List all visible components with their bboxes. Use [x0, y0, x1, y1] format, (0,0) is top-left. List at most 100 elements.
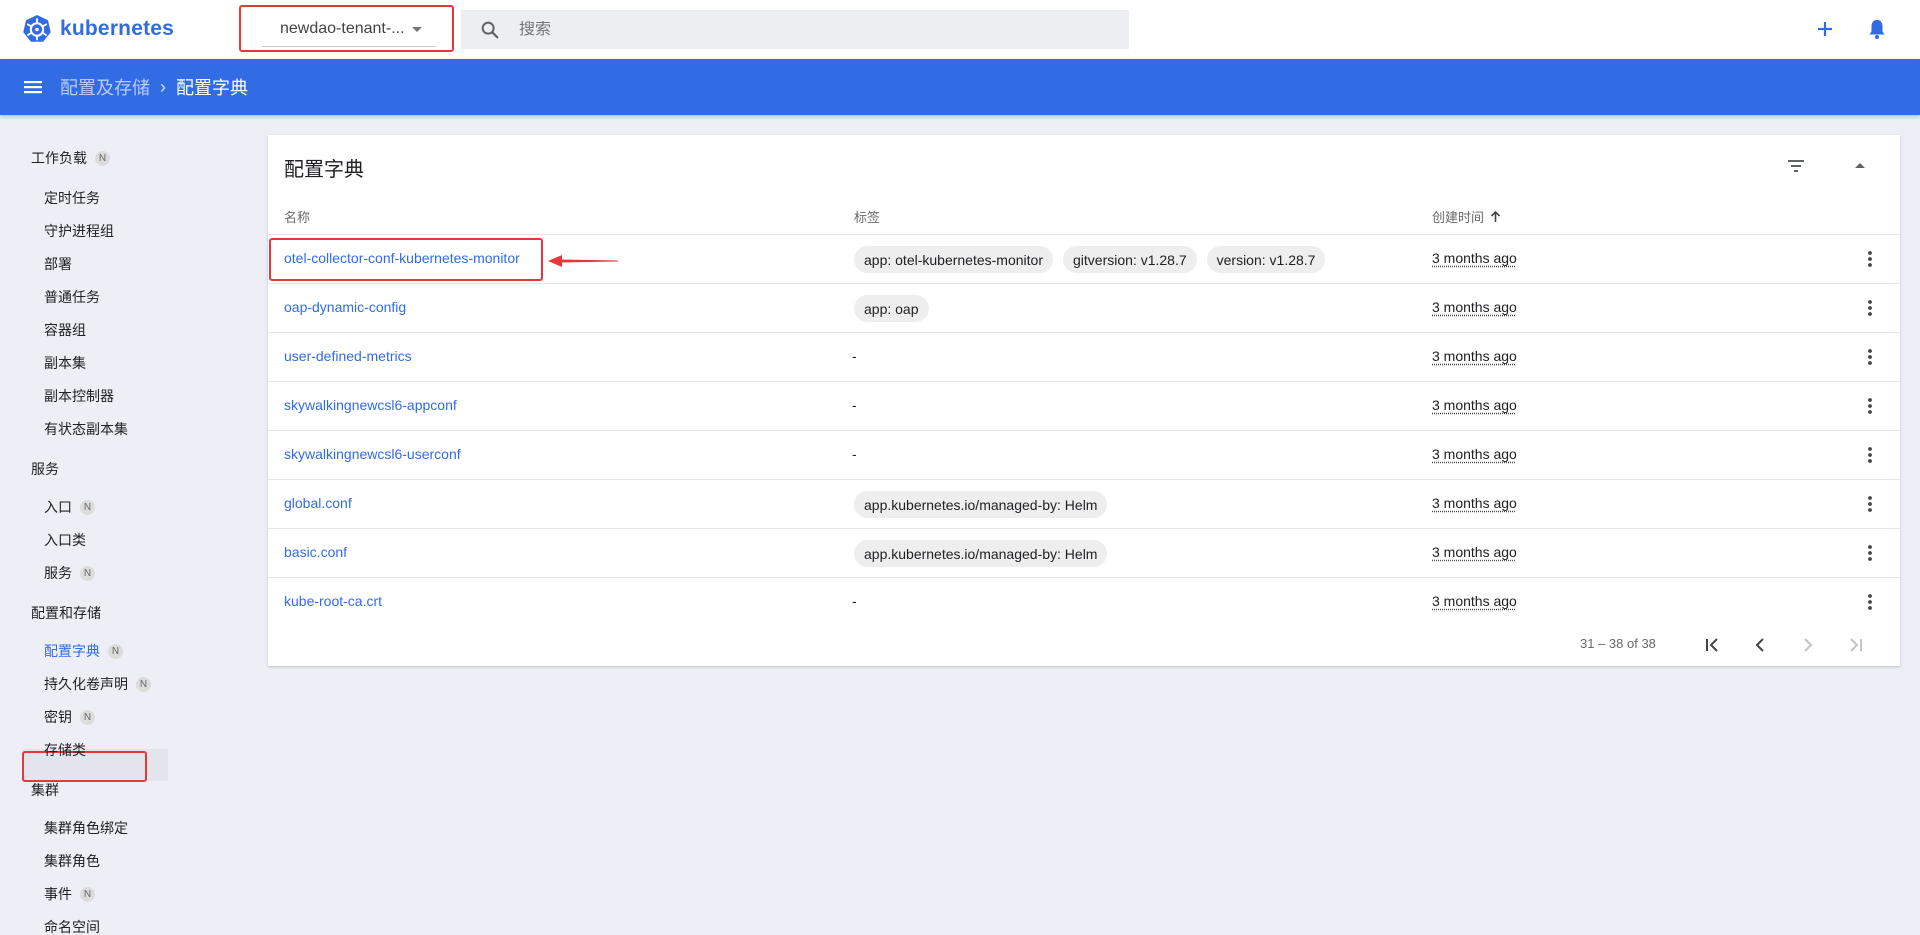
namespace-value: newdao-tenant-... — [280, 19, 405, 37]
item-label: 容器组 — [44, 322, 86, 338]
configmap-name-link[interactable]: global.conf — [284, 495, 352, 511]
new-badge: N — [80, 499, 95, 515]
new-badge: N — [108, 643, 123, 659]
kubernetes-logo[interactable]: kubernetes — [22, 14, 174, 44]
new-badge: N — [136, 676, 151, 692]
column-header-created[interactable]: 创建时间 — [1432, 207, 1502, 226]
label-chip: app.kubernetes.io/managed-by: Helm — [854, 540, 1108, 567]
sidebar-item-configmaps[interactable]: 配置字典 N — [44, 641, 123, 661]
sidebar-item-ingresses[interactable]: 入口 N — [44, 497, 95, 517]
created-time: 3 months ago — [1432, 544, 1517, 560]
configmap-name-link[interactable]: skywalkingnewcsl6-userconf — [284, 446, 461, 462]
search-icon[interactable] — [479, 19, 501, 41]
sidebar-item-replicationcontrollers[interactable]: 副本控制器 — [44, 386, 114, 406]
new-badge: N — [95, 150, 110, 166]
item-label: 集群角色绑定 — [44, 820, 128, 836]
configmap-name-link[interactable]: kube-root-ca.crt — [284, 593, 382, 609]
label-chip: gitversion: v1.28.7 — [1063, 246, 1197, 273]
created-time: 3 months ago — [1432, 250, 1517, 266]
filter-icon[interactable] — [1784, 154, 1808, 178]
more-vert-icon[interactable] — [1858, 541, 1882, 565]
label-chips: app: otel-kubernetes-monitor gitversion:… — [854, 246, 1326, 273]
more-vert-icon[interactable] — [1858, 394, 1882, 418]
sidebar-item-jobs[interactable]: 普通任务 — [44, 287, 100, 307]
item-label: 命名空间 — [44, 919, 100, 935]
table-row: basic.conf app.kubernetes.io/managed-by:… — [268, 528, 1900, 577]
item-label: 存储类 — [44, 742, 86, 758]
item-label: 持久化卷声明 — [44, 676, 128, 692]
namespace-selector[interactable]: newdao-tenant-... — [262, 11, 436, 47]
item-label: 定时任务 — [44, 190, 100, 206]
notification-bell-icon[interactable] — [1864, 16, 1890, 42]
new-badge: N — [80, 709, 95, 725]
created-time: 3 months ago — [1432, 593, 1517, 609]
item-label: 事件 — [44, 886, 72, 902]
new-badge: N — [80, 565, 95, 581]
table-row: kube-root-ca.crt - 3 months ago — [268, 577, 1900, 626]
sidebar-item-pods[interactable]: 容器组 — [44, 320, 86, 340]
item-label: 密钥 — [44, 709, 72, 725]
next-page-icon[interactable] — [1796, 633, 1820, 657]
sidebar-section-workloads[interactable]: 工作负载 N — [31, 148, 110, 168]
sidebar-item-services[interactable]: 服务 N — [44, 563, 95, 583]
kubernetes-wheel-icon — [23, 15, 51, 42]
column-header-name[interactable]: 名称 — [284, 207, 310, 226]
breadcrumb-parent[interactable]: 配置及存储 — [60, 74, 150, 100]
create-plus-icon[interactable] — [1812, 16, 1838, 42]
more-vert-icon[interactable] — [1858, 345, 1882, 369]
sidebar-section-services[interactable]: 服务 — [31, 459, 59, 479]
created-time: 3 months ago — [1432, 495, 1517, 511]
configmap-name-link[interactable]: skywalkingnewcsl6-appconf — [284, 397, 457, 413]
hamburger-menu-icon[interactable] — [22, 76, 44, 98]
sidebar-item-cronjobs[interactable]: 定时任务 — [44, 188, 100, 208]
sort-arrow-up-icon[interactable] — [1489, 210, 1502, 223]
annotation-arrow-left-icon — [548, 255, 618, 267]
collapse-caret-up-icon[interactable] — [1848, 154, 1872, 178]
section-label: 配置和存储 — [31, 605, 101, 621]
configmap-name-link[interactable]: oap-dynamic-config — [284, 299, 406, 315]
search-input[interactable] — [519, 20, 1099, 39]
first-page-icon[interactable] — [1700, 633, 1724, 657]
sidebar-section-cluster[interactable]: 集群 — [31, 780, 59, 800]
created-time: 3 months ago — [1432, 299, 1517, 315]
table-row: oap-dynamic-config app: oap 3 months ago — [268, 283, 1900, 332]
label-chips: app.kubernetes.io/managed-by: Helm — [854, 540, 1108, 567]
label-chip: version: v1.28.7 — [1206, 246, 1326, 273]
more-vert-icon[interactable] — [1858, 443, 1882, 467]
item-label: 副本集 — [44, 355, 86, 371]
sidebar-item-events[interactable]: 事件 N — [44, 884, 95, 904]
configmap-name-link[interactable]: user-defined-metrics — [284, 348, 412, 364]
item-label: 有状态副本集 — [44, 421, 128, 437]
sidebar-item-clusterrolebindings[interactable]: 集群角色绑定 — [44, 818, 128, 838]
configmap-name-link[interactable]: basic.conf — [284, 544, 347, 560]
sidebar-item-replicasets[interactable]: 副本集 — [44, 353, 86, 373]
row-name-annotation-box — [269, 238, 543, 281]
sidebar-item-statefulsets[interactable]: 有状态副本集 — [44, 419, 128, 439]
sidebar-item-clusterroles[interactable]: 集群角色 — [44, 851, 100, 871]
previous-page-icon[interactable] — [1748, 633, 1772, 657]
sidebar-item-deployments[interactable]: 部署 — [44, 254, 72, 274]
more-vert-icon[interactable] — [1858, 247, 1882, 271]
sidebar-item-storageclasses[interactable]: 存储类 — [44, 740, 86, 760]
item-label: 副本控制器 — [44, 388, 114, 404]
item-label: 入口类 — [44, 532, 86, 548]
sidebar-item-ingressclasses[interactable]: 入口类 — [44, 530, 86, 550]
table-row: user-defined-metrics - 3 months ago — [268, 332, 1900, 381]
more-vert-icon[interactable] — [1858, 492, 1882, 516]
more-vert-icon[interactable] — [1858, 590, 1882, 614]
sidebar-item-namespaces[interactable]: 命名空间 — [44, 917, 100, 935]
sidebar-item-pvcs[interactable]: 持久化卷声明 N — [44, 674, 151, 694]
item-label: 集群角色 — [44, 853, 100, 869]
more-vert-icon[interactable] — [1858, 296, 1882, 320]
sidebar-item-daemonsets[interactable]: 守护进程组 — [44, 221, 114, 241]
no-labels: - — [852, 348, 857, 364]
no-labels: - — [852, 593, 857, 609]
created-time: 3 months ago — [1432, 446, 1517, 462]
sidebar-item-secrets[interactable]: 密钥 N — [44, 707, 95, 727]
sidebar-section-config-storage[interactable]: 配置和存储 — [31, 603, 101, 623]
last-page-icon[interactable] — [1844, 633, 1868, 657]
configmaps-card: 配置字典 名称 标签 创建时间 otel-collector-conf-kube… — [268, 135, 1900, 666]
table-row: skywalkingnewcsl6-userconf - 3 months ag… — [268, 430, 1900, 479]
label-chips: app.kubernetes.io/managed-by: Helm — [854, 491, 1108, 518]
no-labels: - — [852, 397, 857, 413]
